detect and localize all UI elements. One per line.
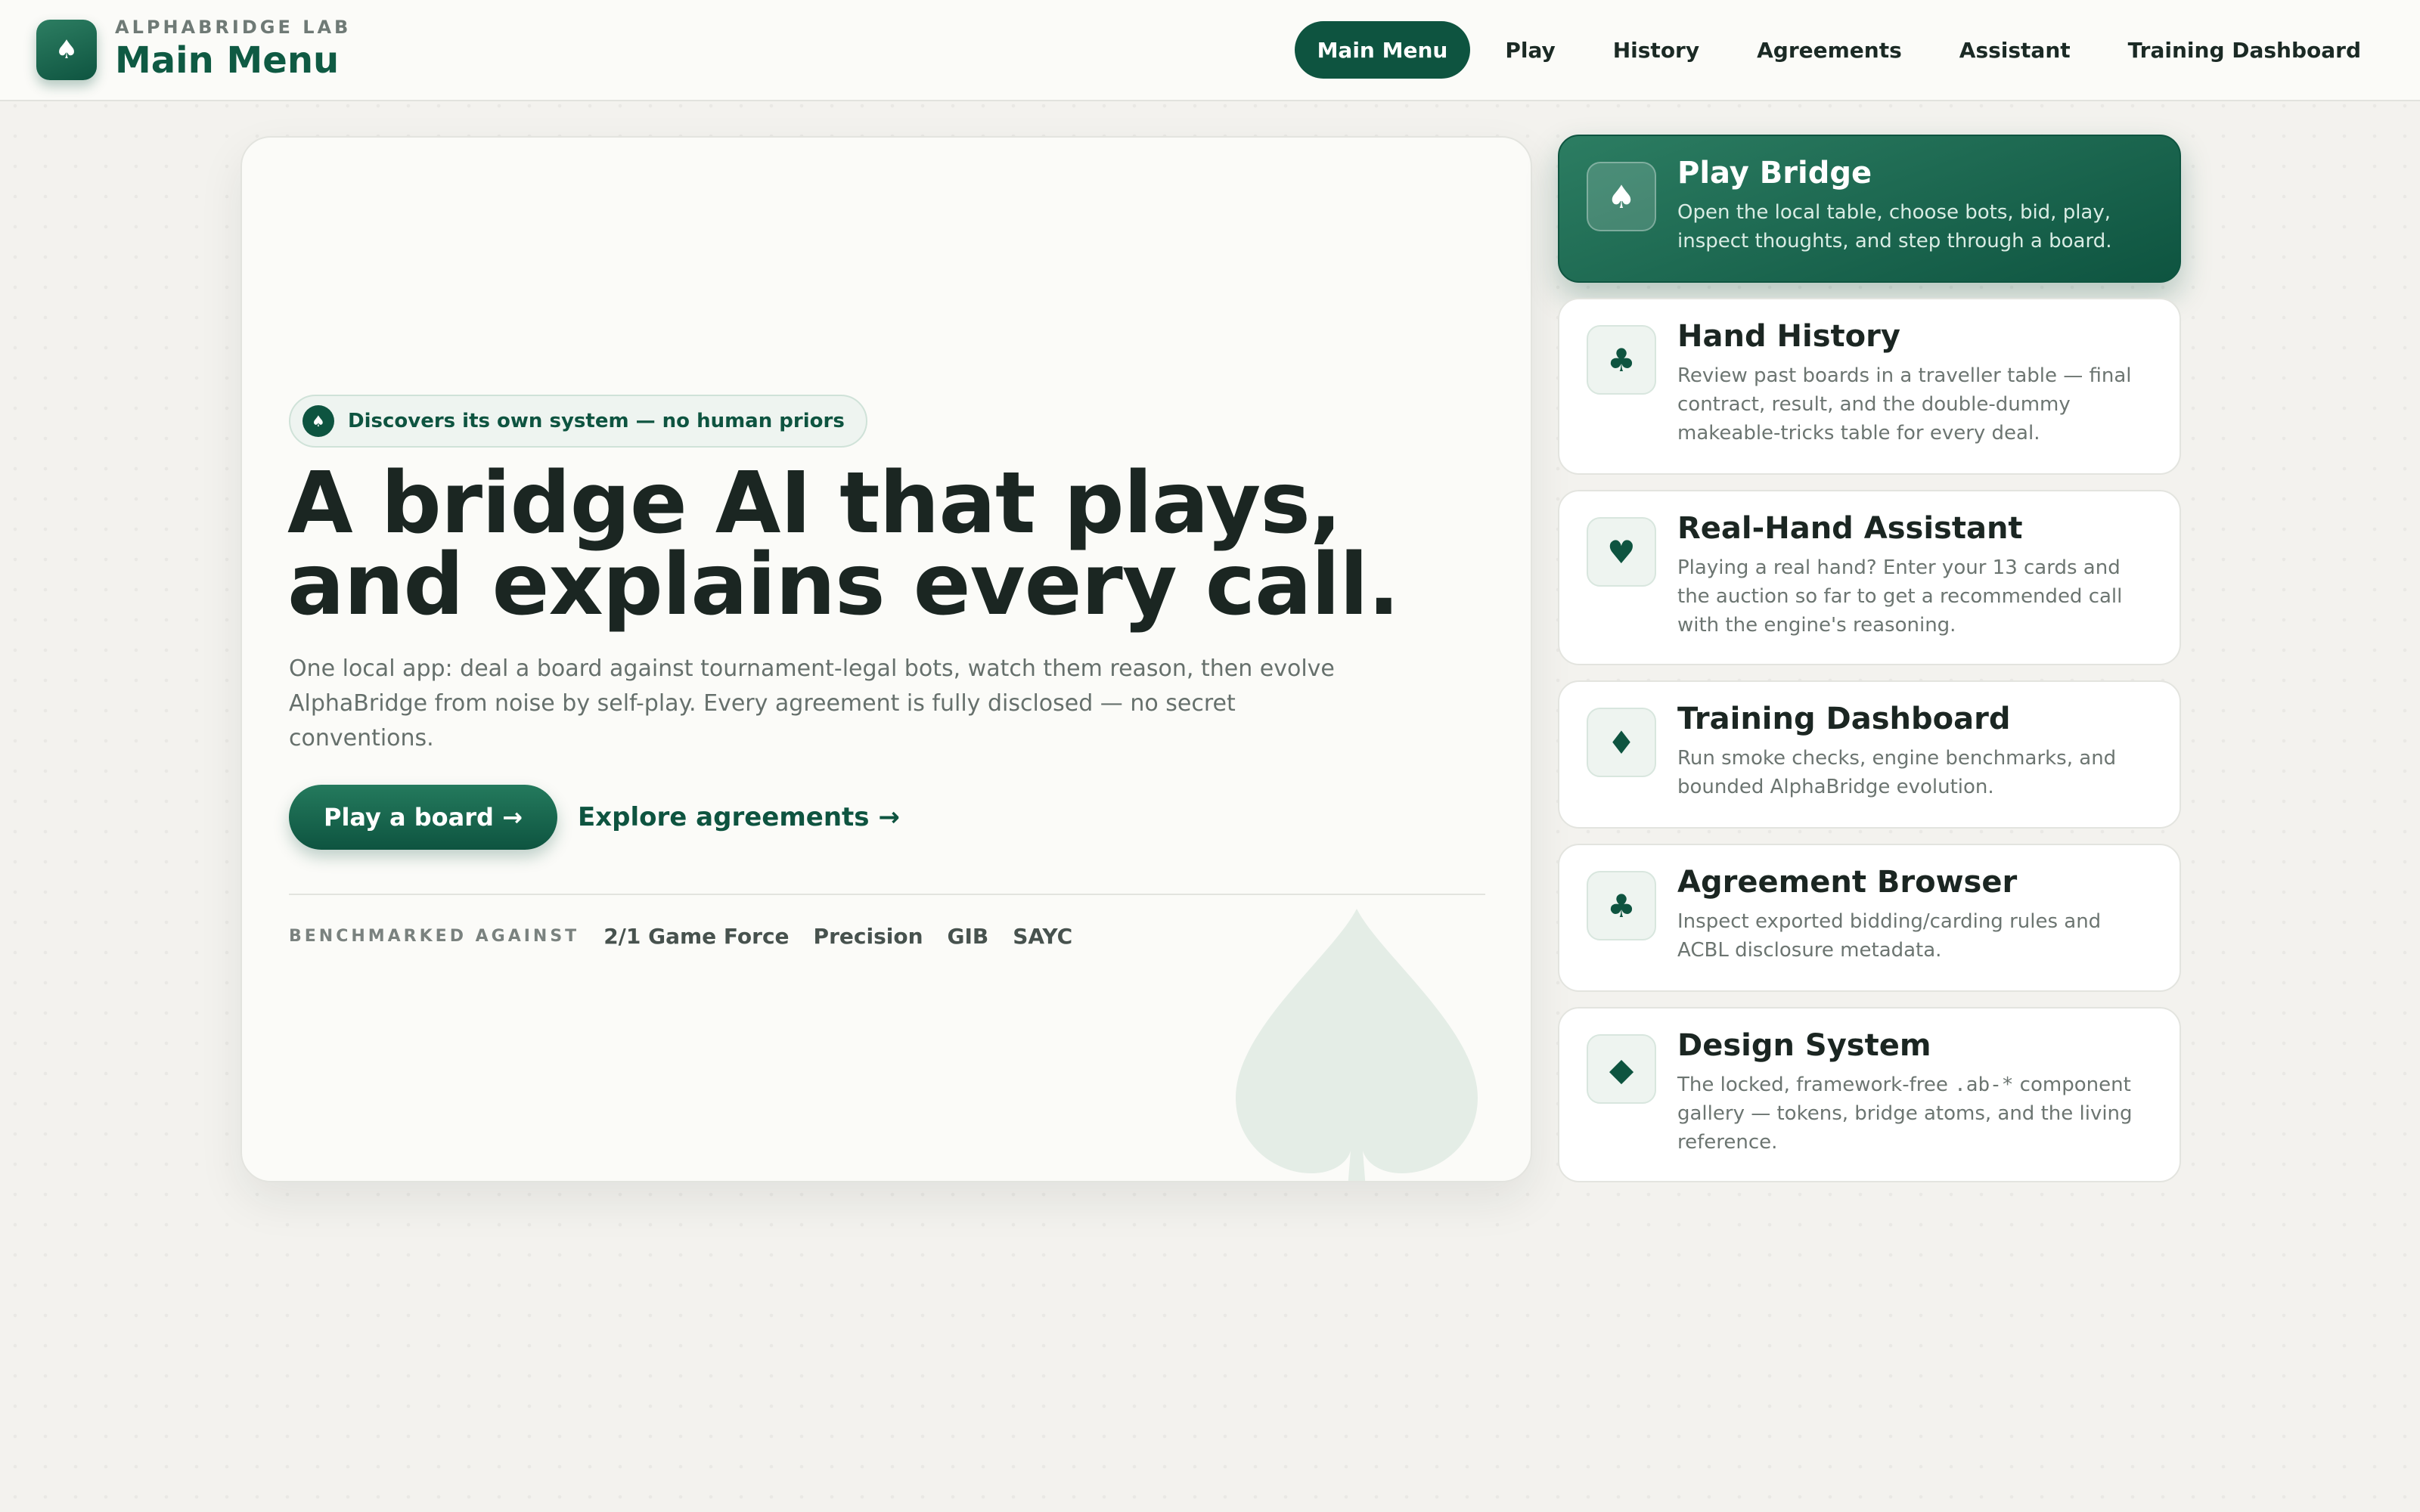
page-title: Main Menu	[115, 39, 340, 82]
card-title: Training Dashboard	[1677, 702, 2011, 736]
benchmark-item: GIB	[947, 923, 989, 949]
benchmark-label: BENCHMARKED AGAINST	[289, 926, 580, 946]
badge-text: Discovers its own system — no human prio…	[348, 410, 845, 432]
hero-headline: A bridge AI that plays, and explains eve…	[287, 454, 1400, 634]
card-title: Hand History	[1677, 319, 1900, 354]
nav-main-menu[interactable]: Main Menu	[1294, 21, 1471, 79]
nav-training-dashboard[interactable]: Training Dashboard	[2105, 21, 2384, 79]
card-title: Design System	[1677, 1028, 1931, 1063]
diamond-icon: ♦	[1587, 708, 1656, 777]
design-system-card[interactable]: ◆ Design System The locked, framework-fr…	[1558, 1007, 2181, 1182]
hero-panel: ♠ Discovers its own system — no human pr…	[240, 136, 1532, 1182]
top-bar: ♠ ALPHABRIDGE LAB Main Menu Main Menu Pl…	[0, 0, 2420, 101]
hand-history-card[interactable]: ♣ Hand History Review past boards in a t…	[1558, 298, 2181, 475]
nav-assistant[interactable]: Assistant	[1937, 21, 2093, 79]
card-title: Real-Hand Assistant	[1677, 511, 2023, 546]
hero-description: One local app: deal a board against tour…	[289, 655, 1335, 751]
play-bridge-card[interactable]: ♠ Play Bridge Open the local table, choo…	[1558, 135, 2181, 283]
card-description: Run smoke checks, engine benchmarks, and…	[1677, 747, 2117, 798]
description-text: The locked, framework-free	[1677, 1074, 1955, 1096]
spade-logo-icon[interactable]: ♠	[36, 20, 97, 80]
benchmark-item: SAYC	[1013, 923, 1073, 949]
diamond-icon: ◆	[1587, 1034, 1656, 1104]
card-title: Agreement Browser	[1677, 865, 2018, 900]
explore-agreements-link[interactable]: Explore agreements →	[578, 785, 900, 850]
club-icon: ♣	[1587, 871, 1656, 940]
class-prefix-code: .ab-*	[1954, 1074, 2014, 1096]
benchmark-item: 2/1 Game Force	[603, 923, 790, 949]
nav-play[interactable]: Play	[1482, 21, 1578, 79]
play-a-board-button[interactable]: Play a board →	[289, 785, 557, 850]
club-icon: ♣	[1587, 325, 1656, 395]
heart-icon: ♥	[1587, 517, 1656, 587]
spade-badge-icon: ♠	[302, 405, 334, 437]
card-description: Inspect exported bidding/carding rules a…	[1677, 910, 2102, 962]
nav-agreements[interactable]: Agreements	[1734, 21, 1925, 79]
benchmark-item: Precision	[813, 923, 923, 949]
real-hand-assistant-card[interactable]: ♥ Real-Hand Assistant Playing a real han…	[1558, 490, 2181, 665]
training-dashboard-card[interactable]: ♦ Training Dashboard Run smoke checks, e…	[1558, 680, 2181, 829]
benchmark-row: BENCHMARKED AGAINST 2/1 Game Force Preci…	[289, 915, 1072, 957]
main-nav: Main Menu Play History Agreements Assist…	[1294, 21, 2384, 79]
discovery-badge: ♠ Discovers its own system — no human pr…	[289, 395, 867, 448]
nav-history[interactable]: History	[1590, 21, 1722, 79]
card-description: Open the local table, choose bots, bid, …	[1677, 201, 2112, 253]
card-description: The locked, framework-free .ab-* compone…	[1677, 1070, 2154, 1157]
agreement-browser-card[interactable]: ♣ Agreement Browser Inspect exported bid…	[1558, 844, 2181, 992]
brand-eyebrow: ALPHABRIDGE LAB	[115, 17, 352, 38]
spade-icon: ♠	[1587, 162, 1656, 231]
card-title: Play Bridge	[1677, 156, 1872, 191]
spade-watermark-icon	[1236, 909, 1478, 1181]
divider	[289, 894, 1485, 895]
card-description: Playing a real hand? Enter your 13 cards…	[1677, 556, 2123, 637]
card-description: Review past boards in a traveller table …	[1677, 364, 2132, 445]
